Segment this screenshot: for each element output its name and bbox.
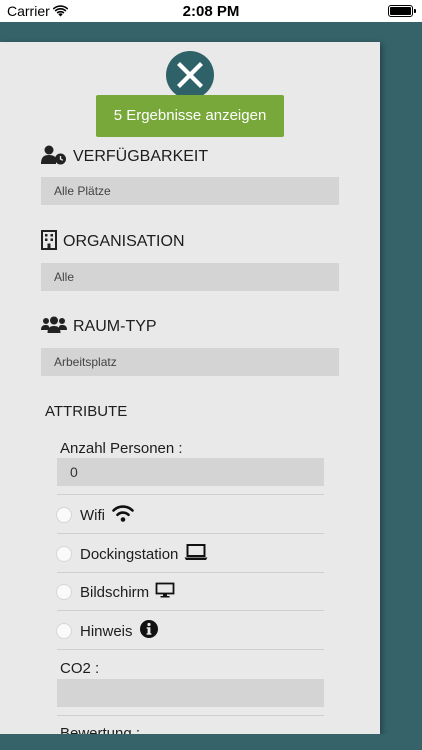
clock: 2:08 PM (182, 3, 240, 20)
room-type-select[interactable]: Arbeitsplatz (41, 348, 339, 376)
bildschirm-option[interactable]: Bildschirm (56, 580, 175, 604)
organisation-title: ORGANISATION (63, 233, 185, 250)
rating-label: Bewertung : (60, 725, 141, 734)
organisation-header: ORGANISATION (41, 229, 185, 255)
divider (57, 494, 324, 495)
divider (57, 610, 324, 611)
co2-label: CO2 : (60, 660, 100, 677)
co2-input[interactable] (57, 679, 324, 707)
wifi-checkbox[interactable] (56, 507, 72, 523)
availability-select[interactable]: Alle Plätze (41, 177, 339, 205)
background-strip (0, 734, 422, 750)
divider (57, 572, 324, 573)
persons-label: Anzahl Personen : (60, 440, 183, 457)
wifi-icon (111, 504, 135, 527)
hinweis-label: Hinweis (80, 622, 133, 640)
divider (57, 649, 324, 650)
dockingstation-label: Dockingstation (80, 545, 179, 563)
hinweis-checkbox[interactable] (56, 623, 72, 639)
info-icon (139, 619, 159, 644)
room-type-header: RAUM-TYP (41, 315, 157, 339)
bildschirm-checkbox[interactable] (56, 584, 72, 600)
status-bar: Carrier 2:08 PM (0, 0, 422, 22)
building-icon (41, 229, 57, 255)
wifi-option[interactable]: Wifi (56, 503, 135, 527)
user-clock-icon (41, 145, 67, 170)
close-x-icon (177, 62, 203, 88)
battery-icon (388, 5, 413, 17)
users-icon (41, 316, 67, 339)
dockingstation-option[interactable]: Dockingstation (56, 542, 208, 566)
show-results-button[interactable]: 5 Ergebnisse anzeigen (96, 95, 284, 137)
close-button[interactable] (166, 51, 214, 99)
divider (57, 715, 324, 716)
hinweis-option[interactable]: Hinweis (56, 619, 159, 643)
laptop-icon (184, 543, 208, 566)
wifi-label: Wifi (80, 506, 105, 524)
persons-input[interactable]: 0 (57, 458, 324, 486)
monitor-icon (155, 582, 175, 603)
room-type-title: RAUM-TYP (73, 318, 157, 335)
attributes-title: ATTRIBUTE (45, 403, 128, 420)
organisation-select[interactable]: Alle (41, 263, 339, 291)
battery-tip (414, 9, 416, 13)
dockingstation-checkbox[interactable] (56, 546, 72, 562)
filter-panel: 5 Ergebnisse anzeigen VERFÜGBARKEIT Alle… (0, 42, 380, 734)
availability-title: VERFÜGBARKEIT (73, 148, 209, 165)
availability-header: VERFÜGBARKEIT (41, 145, 208, 169)
divider (57, 533, 324, 534)
bildschirm-label: Bildschirm (80, 583, 150, 601)
background-strip (0, 22, 422, 42)
